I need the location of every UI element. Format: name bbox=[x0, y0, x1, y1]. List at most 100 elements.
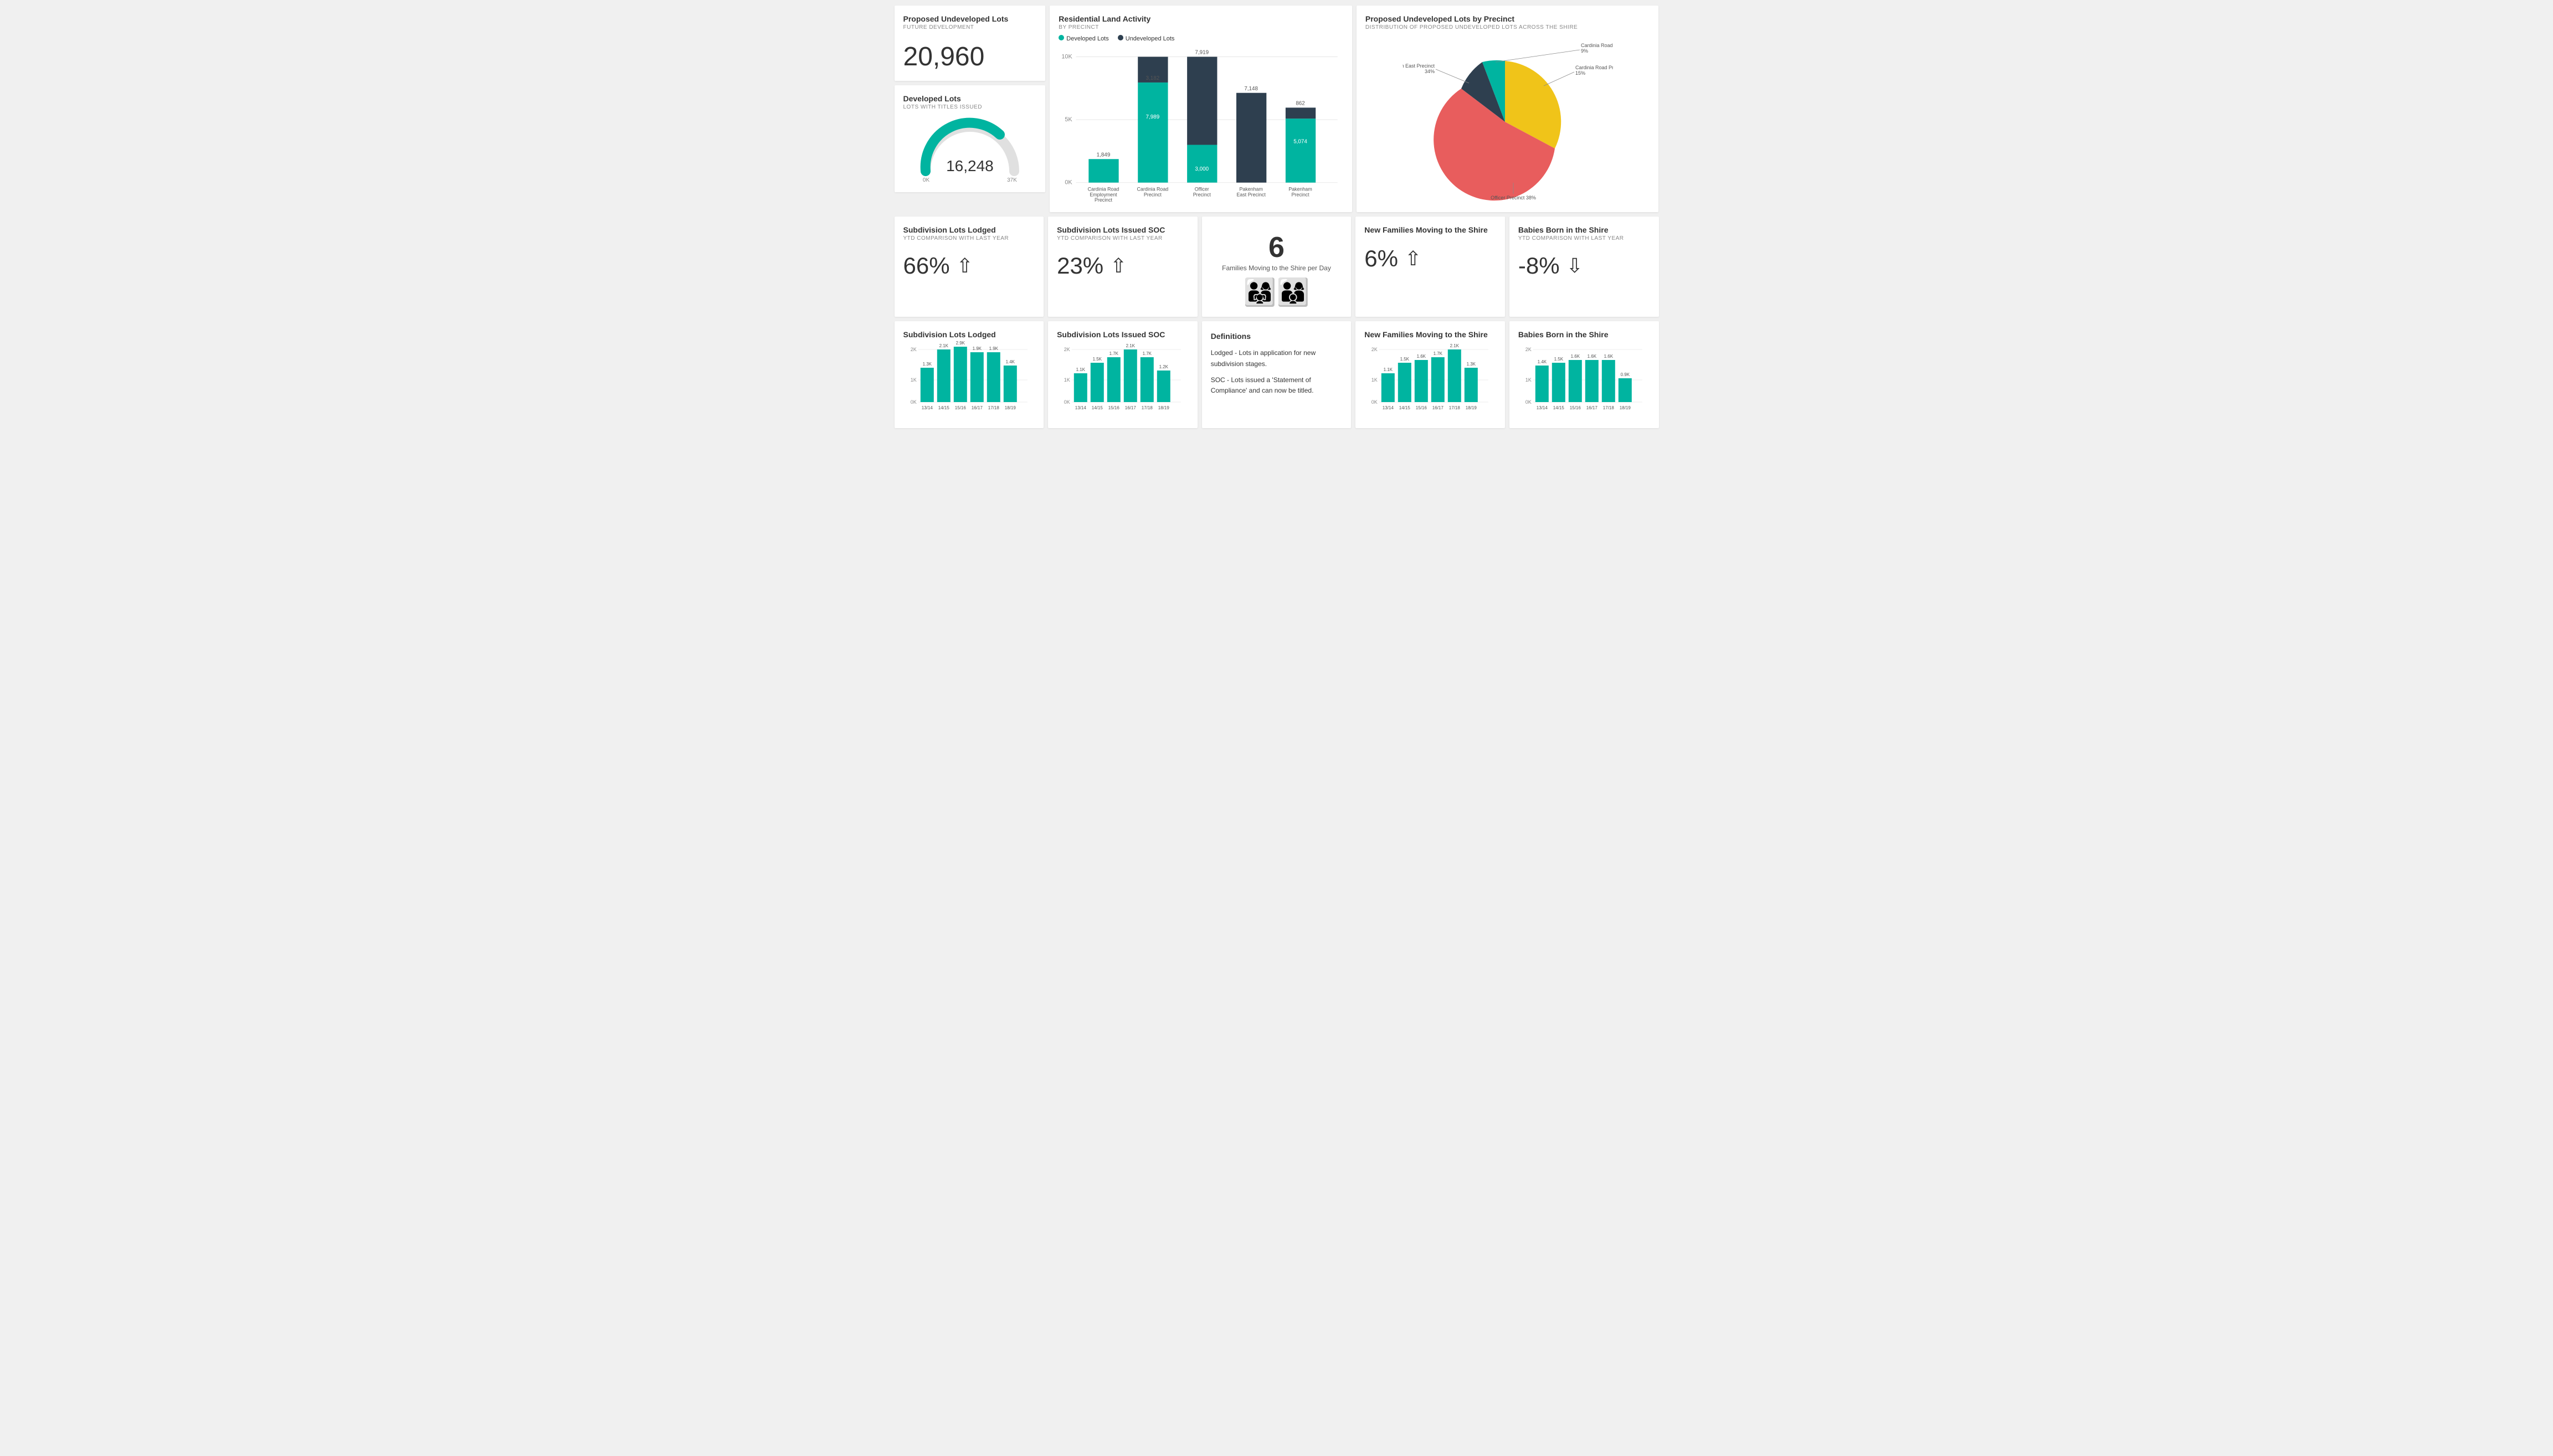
svg-text:10K: 10K bbox=[1062, 53, 1073, 60]
subdivision-soc-mid-card: Subdivision Lots Issued SOC YTD COMPARIS… bbox=[1048, 217, 1198, 317]
svg-text:East Precinct: East Precinct bbox=[1237, 192, 1266, 197]
subdivision-soc-chart-card: Subdivision Lots Issued SOC 2K 1K 0K 1.1… bbox=[1048, 321, 1198, 428]
svg-text:Precinct: Precinct bbox=[1193, 192, 1211, 197]
babies-born-mid-title: Babies Born in the Shire bbox=[1518, 225, 1650, 234]
svg-text:14/15: 14/15 bbox=[1553, 405, 1565, 410]
svg-text:Pakenham: Pakenham bbox=[1240, 186, 1263, 192]
svg-text:1.9K: 1.9K bbox=[972, 346, 982, 351]
undeveloped-lots-card: Proposed Undeveloped Lots FUTURE DEVELOP… bbox=[895, 6, 1046, 81]
gauge-container: 16,248 0K 37K bbox=[903, 116, 1037, 183]
svg-text:2.1K: 2.1K bbox=[1450, 343, 1460, 348]
svg-text:18/19: 18/19 bbox=[1620, 405, 1631, 410]
new-families-chart-svg: 2K 1K 0K 1.1K 1.5K 1.6K 1.7K bbox=[1364, 340, 1496, 418]
svg-text:1K: 1K bbox=[1064, 377, 1070, 383]
svg-text:1.2K: 1.2K bbox=[1159, 364, 1169, 369]
undeveloped-lots-title: Proposed Undeveloped Lots bbox=[903, 14, 1037, 23]
svg-text:15/16: 15/16 bbox=[1416, 405, 1427, 410]
developed-lots-value: 16,248 bbox=[946, 157, 994, 175]
svg-text:1,849: 1,849 bbox=[1097, 152, 1111, 158]
svg-text:13/14: 13/14 bbox=[1537, 405, 1548, 410]
new-families-arrow-up: ⇧ bbox=[1405, 247, 1421, 270]
bar-1-dev bbox=[1089, 159, 1119, 182]
subdivision-lodged-mid-card: Subdivision Lots Lodged YTD COMPARISON W… bbox=[895, 217, 1044, 317]
babies-born-mid-subtitle: YTD COMPARISON WITH LAST YEAR bbox=[1518, 235, 1650, 241]
land-activity-subtitle: BY PRECINCT bbox=[1059, 24, 1343, 30]
svg-text:1K: 1K bbox=[1371, 377, 1378, 383]
svg-text:15/16: 15/16 bbox=[1570, 405, 1581, 410]
svg-text:7,919: 7,919 bbox=[1195, 50, 1209, 56]
svg-text:Employment: Employment bbox=[1090, 192, 1118, 197]
svg-text:Officer: Officer bbox=[1195, 186, 1209, 192]
bar-3-undv bbox=[1187, 57, 1217, 145]
subdivision-lodged-mid-value-container: 66% ⇧ bbox=[903, 253, 1035, 279]
subdivision-lodged-chart-svg: 2K 1K 0K 1.3K 2.1K 2.9K 1.9K bbox=[903, 340, 1035, 418]
svg-text:Cardinia Road: Cardinia Road bbox=[1088, 186, 1119, 192]
new-families-mid-card: New Families Moving to the Shire 6% ⇧ bbox=[1355, 217, 1505, 317]
svg-text:1.7K: 1.7K bbox=[1109, 351, 1119, 356]
legend-undeveloped-dot bbox=[1118, 35, 1123, 40]
subdivision-soc-chart-svg: 2K 1K 0K 1.1K 1.5K 1.7K 2.1K bbox=[1057, 340, 1189, 418]
new-families-chart-card: New Families Moving to the Shire 2K 1K 0… bbox=[1355, 321, 1505, 428]
svg-text:1.4K: 1.4K bbox=[1537, 359, 1547, 364]
svg-text:13/14: 13/14 bbox=[921, 405, 933, 410]
svg-text:16/17: 16/17 bbox=[1432, 405, 1444, 410]
svg-text:1.3K: 1.3K bbox=[1467, 362, 1476, 367]
new-families-mid-value: 6% bbox=[1364, 245, 1398, 272]
bar-5-dev bbox=[1286, 119, 1316, 183]
svg-text:34%: 34% bbox=[1425, 69, 1435, 74]
svg-text:Pakenham: Pakenham bbox=[1289, 186, 1312, 192]
svg-text:16/17: 16/17 bbox=[1125, 405, 1137, 410]
svg-text:18/19: 18/19 bbox=[1158, 405, 1170, 410]
svg-text:2.1K: 2.1K bbox=[939, 343, 948, 348]
subdivision-soc-mid-value: 23% bbox=[1057, 253, 1103, 279]
developed-lots-card: Developed Lots LOTS WITH TITLES ISSUED 1… bbox=[895, 85, 1046, 192]
svg-text:1.4K: 1.4K bbox=[1005, 359, 1015, 364]
svg-text:5K: 5K bbox=[1065, 116, 1073, 123]
svg-text:3,000: 3,000 bbox=[1195, 166, 1209, 172]
svg-text:1.6K: 1.6K bbox=[1604, 354, 1613, 359]
svg-text:15%: 15% bbox=[1575, 70, 1585, 76]
svg-text:14/15: 14/15 bbox=[1092, 405, 1103, 410]
svg-text:0.9K: 0.9K bbox=[1620, 372, 1630, 377]
subdivision-lodged-arrow-up: ⇧ bbox=[957, 254, 973, 277]
svg-text:15/16: 15/16 bbox=[1108, 405, 1120, 410]
subdivision-soc-arrow-up: ⇧ bbox=[1110, 254, 1127, 277]
subdivision-lodged-mid-title: Subdivision Lots Lodged bbox=[903, 225, 1035, 234]
svg-text:1.9K: 1.9K bbox=[989, 346, 998, 351]
svg-text:1.5K: 1.5K bbox=[1554, 357, 1563, 362]
legend-developed-label: Developed Lots bbox=[1066, 35, 1108, 42]
svg-text:17/18: 17/18 bbox=[1603, 405, 1615, 410]
subdivision-soc-mid-title: Subdivision Lots Issued SOC bbox=[1057, 225, 1189, 234]
new-families-mid-value-container: 6% ⇧ bbox=[1364, 245, 1496, 272]
babies-born-chart-card: Babies Born in the Shire 2K 1K 0K 1.4K 1… bbox=[1509, 321, 1659, 428]
svg-text:0K: 0K bbox=[1065, 179, 1073, 186]
subdivision-lodged-chart-title: Subdivision Lots Lodged bbox=[903, 330, 1035, 339]
svg-text:2.9K: 2.9K bbox=[956, 341, 965, 346]
legend-developed-dot bbox=[1059, 35, 1064, 40]
developed-lots-subtitle: LOTS WITH TITLES ISSUED bbox=[903, 104, 1037, 110]
bar-chart-legend: Developed Lots Undeveloped Lots bbox=[1059, 35, 1343, 42]
svg-text:18/19: 18/19 bbox=[1004, 405, 1016, 410]
svg-text:1K: 1K bbox=[1525, 377, 1532, 383]
families-card: 6 Families Moving to the Shire per Day 👨… bbox=[1202, 217, 1352, 317]
subdivision-lodged-chart-card: Subdivision Lots Lodged 2K 1K 0K 1.3K 2.… bbox=[895, 321, 1044, 428]
svg-text:16/17: 16/17 bbox=[1586, 405, 1598, 410]
svg-text:17/18: 17/18 bbox=[1449, 405, 1461, 410]
svg-text:Precinct: Precinct bbox=[1095, 197, 1113, 202]
svg-text:1K: 1K bbox=[910, 377, 916, 383]
definitions-card: Definitions Lodged - Lots in application… bbox=[1202, 321, 1352, 428]
new-families-chart-title: New Families Moving to the Shire bbox=[1364, 330, 1496, 339]
svg-text:1.7K: 1.7K bbox=[1434, 351, 1443, 356]
subdivision-soc-chart-title: Subdivision Lots Issued SOC bbox=[1057, 330, 1189, 339]
babies-born-chart-title: Babies Born in the Shire bbox=[1518, 330, 1650, 339]
babies-born-mid-card: Babies Born in the Shire YTD COMPARISON … bbox=[1509, 217, 1659, 317]
svg-text:Cardinia Road Precinct: Cardinia Road Precinct bbox=[1575, 65, 1613, 70]
undeveloped-lots-value: 20,960 bbox=[903, 42, 1037, 72]
bar-chart-svg: 10K 5K 0K 1,849 3,182 bbox=[1059, 47, 1343, 202]
svg-text:15/16: 15/16 bbox=[954, 405, 966, 410]
subdivision-soc-mid-subtitle: YTD COMPARISON WITH LAST YEAR bbox=[1057, 235, 1189, 241]
pie-chart-title: Proposed Undeveloped Lots by Precinct bbox=[1365, 14, 1650, 23]
legend-undeveloped-label: Undeveloped Lots bbox=[1126, 35, 1175, 42]
babies-born-mid-value: -8% bbox=[1518, 253, 1560, 279]
bar-3-dev bbox=[1187, 145, 1217, 183]
